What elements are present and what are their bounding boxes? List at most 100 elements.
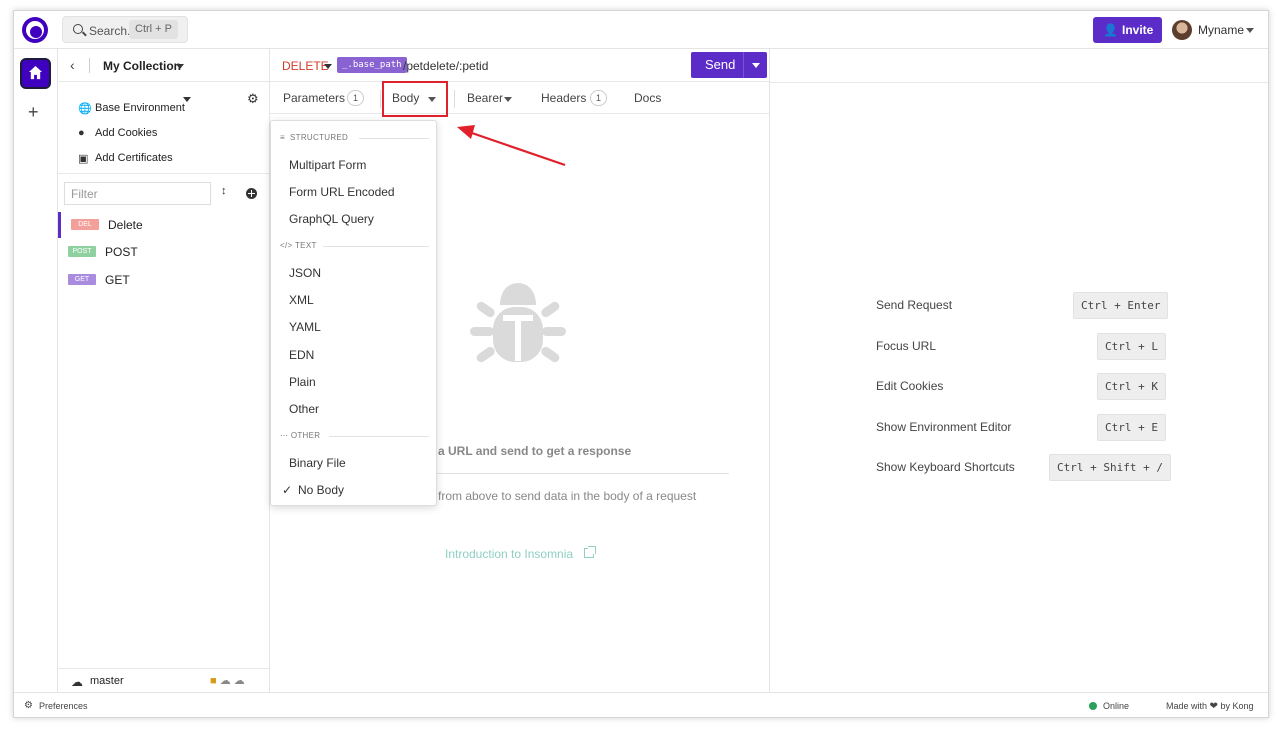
url-input[interactable]: /petdelete/:petid (403, 59, 488, 73)
certificate-icon: ▣ (78, 153, 89, 165)
collection-header: ‹ My Collection (58, 49, 269, 82)
request-item-get[interactable]: GET GET (58, 267, 269, 293)
add-cookies-label: Add Cookies (95, 127, 158, 139)
menu-item-no-body[interactable]: No Body (298, 483, 344, 497)
cookie-icon: ● (78, 127, 85, 139)
section-label: TEXT (295, 241, 317, 250)
menu-section-text: </> TEXT (280, 241, 317, 250)
checkmark-icon: ✓ (282, 483, 293, 497)
preferences-button[interactable]: Preferences (39, 701, 88, 711)
avatar[interactable] (1172, 20, 1192, 40)
request-name: GET (105, 273, 130, 287)
invite-label: Invite (1122, 23, 1154, 37)
url-variable-tag[interactable]: _.base_path (337, 57, 407, 73)
home-icon (28, 65, 43, 80)
search-button[interactable]: Search.. Ctrl + P (62, 16, 188, 43)
count-badge: 1 (347, 90, 364, 106)
invite-button[interactable]: 👤 Invite (1093, 17, 1162, 43)
divider (454, 90, 455, 108)
gear-icon[interactable]: ⚙ (24, 700, 33, 711)
gear-icon[interactable]: ⚙ (247, 91, 259, 107)
chevron-down-icon[interactable] (176, 64, 184, 69)
add-request-icon[interactable] (246, 188, 257, 199)
chevron-down-icon[interactable] (183, 97, 191, 102)
sync-icons[interactable]: ■ ☁ ☁ (210, 674, 245, 687)
shortcut-keys: Ctrl + Shift + / (1049, 454, 1171, 481)
tab-headers[interactable]: Headers (541, 91, 586, 105)
section-label: STRUCTURED (290, 133, 349, 142)
shortcut-keys: Ctrl + L (1097, 333, 1166, 360)
shortcut-label: Send Request (876, 298, 953, 312)
chevron-down-icon[interactable] (504, 97, 512, 102)
made-with-label: Made with (1166, 701, 1208, 711)
shortcut-label: Focus URL (876, 339, 937, 353)
list-icon: ≡ (280, 133, 285, 142)
branch-name[interactable]: master (90, 675, 124, 687)
filter-input[interactable]: Filter (64, 182, 211, 205)
menu-item-json[interactable]: JSON (289, 266, 321, 280)
bug-icon (470, 283, 566, 363)
search-shortcut: Ctrl + P (129, 20, 178, 39)
menu-item-form-url-encoded[interactable]: Form URL Encoded (289, 185, 395, 199)
home-button[interactable] (20, 58, 51, 89)
add-certificates-label: Add Certificates (95, 152, 173, 164)
menu-item-graphql-query[interactable]: GraphQL Query (289, 212, 374, 226)
sidebar: ‹ My Collection 🌐 Base Environment ⚙ ● A… (58, 49, 270, 692)
chevron-down-icon[interactable] (324, 64, 332, 69)
menu-item-binary-file[interactable]: Binary File (289, 456, 346, 470)
tab-auth[interactable]: Bearer (467, 91, 503, 105)
code-icon: </> (280, 241, 293, 250)
menu-item-yaml[interactable]: YAML (289, 320, 321, 334)
insomnia-logo-icon[interactable] (22, 17, 48, 43)
menu-item-plain[interactable]: Plain (289, 375, 316, 389)
send-button[interactable]: Send (691, 52, 767, 78)
highlight-box (382, 81, 448, 117)
divider (743, 52, 744, 78)
divider (770, 82, 1268, 83)
sync-footer: ☁ master ■ ☁ ☁ (58, 668, 269, 692)
menu-item-other[interactable]: Other (289, 402, 319, 416)
divider (395, 473, 729, 474)
menu-item-edn[interactable]: EDN (289, 348, 314, 362)
request-item-post[interactable]: POST POST (58, 239, 269, 265)
tab-parameters[interactable]: Parameters (283, 91, 345, 105)
send-label: Send (705, 57, 736, 72)
shortcut-keys: Ctrl + Enter (1073, 292, 1169, 319)
package-icon[interactable]: ■ (210, 675, 217, 687)
cloud-upload-icon[interactable]: ☁ (234, 675, 245, 687)
menu-item-multipart-form[interactable]: Multipart Form (289, 158, 366, 172)
shortcut-label: Show Keyboard Shortcuts (876, 460, 1015, 474)
tab-docs[interactable]: Docs (634, 91, 661, 105)
chevron-down-icon[interactable] (1246, 28, 1254, 33)
made-with-text[interactable]: Made with ❤ by Kong (1166, 701, 1253, 712)
online-status: Online (1103, 701, 1130, 711)
status-bar: ⚙ Preferences Online Made with ❤ by Kong (14, 692, 1268, 717)
count-badge: 1 (590, 90, 607, 106)
divider (359, 138, 429, 139)
menu-item-xml[interactable]: XML (289, 293, 314, 307)
search-label: Search.. (89, 24, 134, 38)
shortcut-keys: Ctrl + E (1097, 414, 1166, 441)
response-pane: Send Request Ctrl + Enter Focus URL Ctrl… (770, 49, 1268, 692)
add-user-icon: 👤 (1103, 23, 1118, 37)
environment-label: Base Environment (95, 102, 185, 114)
add-project-icon[interactable]: + (28, 102, 39, 123)
search-icon (73, 24, 83, 34)
shortcut-label: Edit Cookies (876, 379, 944, 393)
divider (89, 58, 90, 73)
method-selector[interactable]: DELETE (282, 59, 329, 73)
intro-link[interactable]: Introduction to Insomnia (445, 547, 573, 561)
back-icon[interactable]: ‹ (70, 57, 75, 73)
by-kong-label: by Kong (1220, 701, 1254, 711)
shortcut-label: Show Environment Editor (876, 420, 1012, 434)
collection-name[interactable]: My Collection (103, 59, 181, 73)
chevron-down-icon[interactable] (752, 63, 760, 68)
external-link-icon[interactable] (584, 546, 596, 558)
cloud-download-icon[interactable]: ☁ (220, 675, 231, 687)
menu-section-other: ⋯ OTHER (280, 431, 320, 440)
sort-icon[interactable]: ↕ (221, 185, 227, 197)
empty-state-title: r a URL and send to get a response (430, 444, 632, 458)
username[interactable]: Myname (1198, 23, 1244, 37)
divider (58, 173, 269, 174)
request-item-delete[interactable]: DEL Delete (58, 212, 269, 238)
